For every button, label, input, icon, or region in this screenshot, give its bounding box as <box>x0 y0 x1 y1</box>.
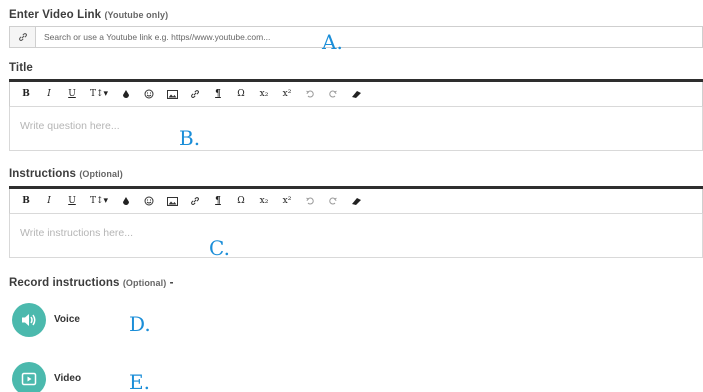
redo-icon[interactable] <box>323 85 343 103</box>
link-icon[interactable] <box>185 192 205 210</box>
undo-icon[interactable] <box>300 85 320 103</box>
title-editor: B I U T↕▾ ¶ Ω x₂ x² Write question here.… <box>9 79 703 151</box>
text-size-button[interactable]: T↕▾ <box>85 85 113 103</box>
title-label: Title <box>9 62 33 74</box>
italic-button[interactable]: I <box>39 192 59 210</box>
instructions-editor-toolbar: B I U T↕▾ ¶ Ω x₂ x² <box>9 189 703 214</box>
record-video-button[interactable] <box>12 362 46 392</box>
title-editor-toolbar: B I U T↕▾ ¶ Ω x₂ x² <box>9 82 703 107</box>
instructions-label-text: Instructions <box>9 168 77 180</box>
instructions-editor: B I U T↕▾ ¶ Ω x₂ x² Write instructions h… <box>9 186 703 258</box>
eraser-icon[interactable] <box>346 192 366 210</box>
subscript-button[interactable]: x₂ <box>254 85 274 103</box>
ink-drop-icon[interactable] <box>116 192 136 210</box>
bold-button[interactable]: B <box>16 192 36 210</box>
eraser-icon[interactable] <box>346 85 366 103</box>
image-icon[interactable] <box>162 192 182 210</box>
record-label: Record instructions (Optional) - <box>9 277 174 289</box>
superscript-button[interactable]: x² <box>277 85 297 103</box>
ink-drop-icon[interactable] <box>116 85 136 103</box>
underline-button[interactable]: U <box>62 85 82 103</box>
link-icon <box>10 27 36 47</box>
marker-a: A. <box>322 30 343 54</box>
record-label-text: Record instructions <box>9 277 120 289</box>
speaker-icon <box>22 314 36 326</box>
redo-icon[interactable] <box>323 192 343 210</box>
superscript-button[interactable]: x² <box>277 192 297 210</box>
image-icon[interactable] <box>162 85 182 103</box>
paragraph-button[interactable]: ¶ <box>208 85 228 103</box>
video-link-input[interactable] <box>36 27 702 47</box>
marker-c: C. <box>209 236 230 260</box>
italic-button[interactable]: I <box>39 85 59 103</box>
marker-d: D. <box>129 312 151 336</box>
video-play-icon <box>21 372 37 386</box>
video-label[interactable]: Video <box>54 373 81 384</box>
omega-button[interactable]: Ω <box>231 192 251 210</box>
underline-button[interactable]: U <box>62 192 82 210</box>
text-size-button[interactable]: T↕▾ <box>85 192 113 210</box>
marker-b: B. <box>179 126 201 150</box>
video-link-note: (Youtube only) <box>104 10 169 20</box>
voice-label[interactable]: Voice <box>54 314 80 325</box>
omega-button[interactable]: Ω <box>231 85 251 103</box>
instructions-note: (Optional) <box>79 169 123 179</box>
record-note: (Optional) <box>122 278 167 288</box>
instructions-label: Instructions (Optional) <box>9 168 123 180</box>
paragraph-button[interactable]: ¶ <box>208 192 228 210</box>
instructions-input[interactable]: Write instructions here... <box>9 214 703 258</box>
title-input[interactable]: Write question here... <box>9 107 703 151</box>
bold-button[interactable]: B <box>16 85 36 103</box>
smiley-icon[interactable] <box>139 192 159 210</box>
video-link-label-text: Enter Video Link <box>9 9 102 21</box>
link-icon[interactable] <box>185 85 205 103</box>
video-link-field <box>9 26 703 48</box>
smiley-icon[interactable] <box>139 85 159 103</box>
video-link-label: Enter Video Link (Youtube only) <box>9 9 168 21</box>
record-voice-button[interactable] <box>12 303 46 337</box>
subscript-button[interactable]: x₂ <box>254 192 274 210</box>
record-suffix: - <box>166 277 174 289</box>
undo-icon[interactable] <box>300 192 320 210</box>
marker-e: E. <box>129 370 150 392</box>
